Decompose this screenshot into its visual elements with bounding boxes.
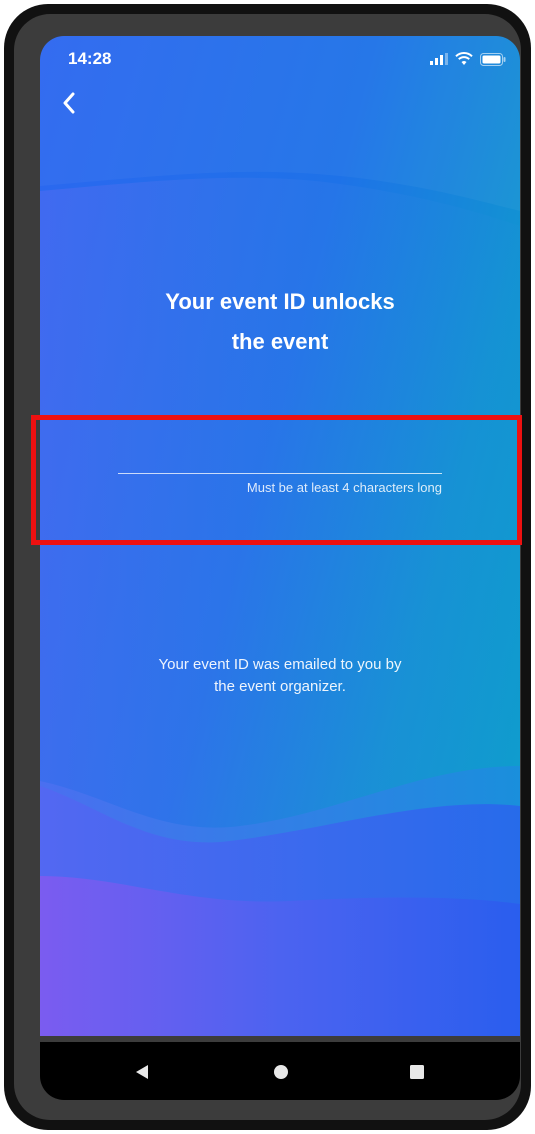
title-line-1: Your event ID unlocks — [165, 289, 395, 314]
title-line-2: the event — [231, 329, 329, 354]
recents-square-icon — [410, 1065, 424, 1079]
info-line-1: Your event ID was emailed to you by — [158, 656, 402, 673]
chevron-left-icon — [63, 92, 75, 114]
app-screen: 14:28 Your event ID unlocks the event Mu… — [40, 36, 520, 1036]
status-bar: 14:28 — [40, 36, 520, 86]
system-home-button[interactable] — [269, 1060, 293, 1084]
battery-icon — [480, 52, 506, 66]
system-back-button[interactable] — [130, 1060, 154, 1084]
input-hint: Must be at least 4 characters long — [246, 480, 442, 495]
wifi-icon — [455, 52, 473, 65]
background-waves — [40, 36, 520, 1036]
system-recents-button[interactable] — [405, 1060, 429, 1084]
event-id-input[interactable] — [118, 442, 442, 474]
info-text: Your event ID was emailed to you by the … — [40, 654, 520, 698]
signal-icon — [430, 53, 448, 65]
status-time: 14:28 — [68, 49, 112, 68]
info-line-2: the event organizer. — [214, 678, 346, 695]
status-icons — [430, 52, 506, 66]
back-button[interactable] — [56, 88, 82, 118]
back-triangle-icon — [136, 1065, 148, 1079]
event-id-field — [118, 442, 442, 474]
system-nav-bar — [40, 1042, 520, 1100]
page-title: Your event ID unlocks the event — [40, 282, 520, 362]
home-circle-icon — [274, 1065, 288, 1079]
